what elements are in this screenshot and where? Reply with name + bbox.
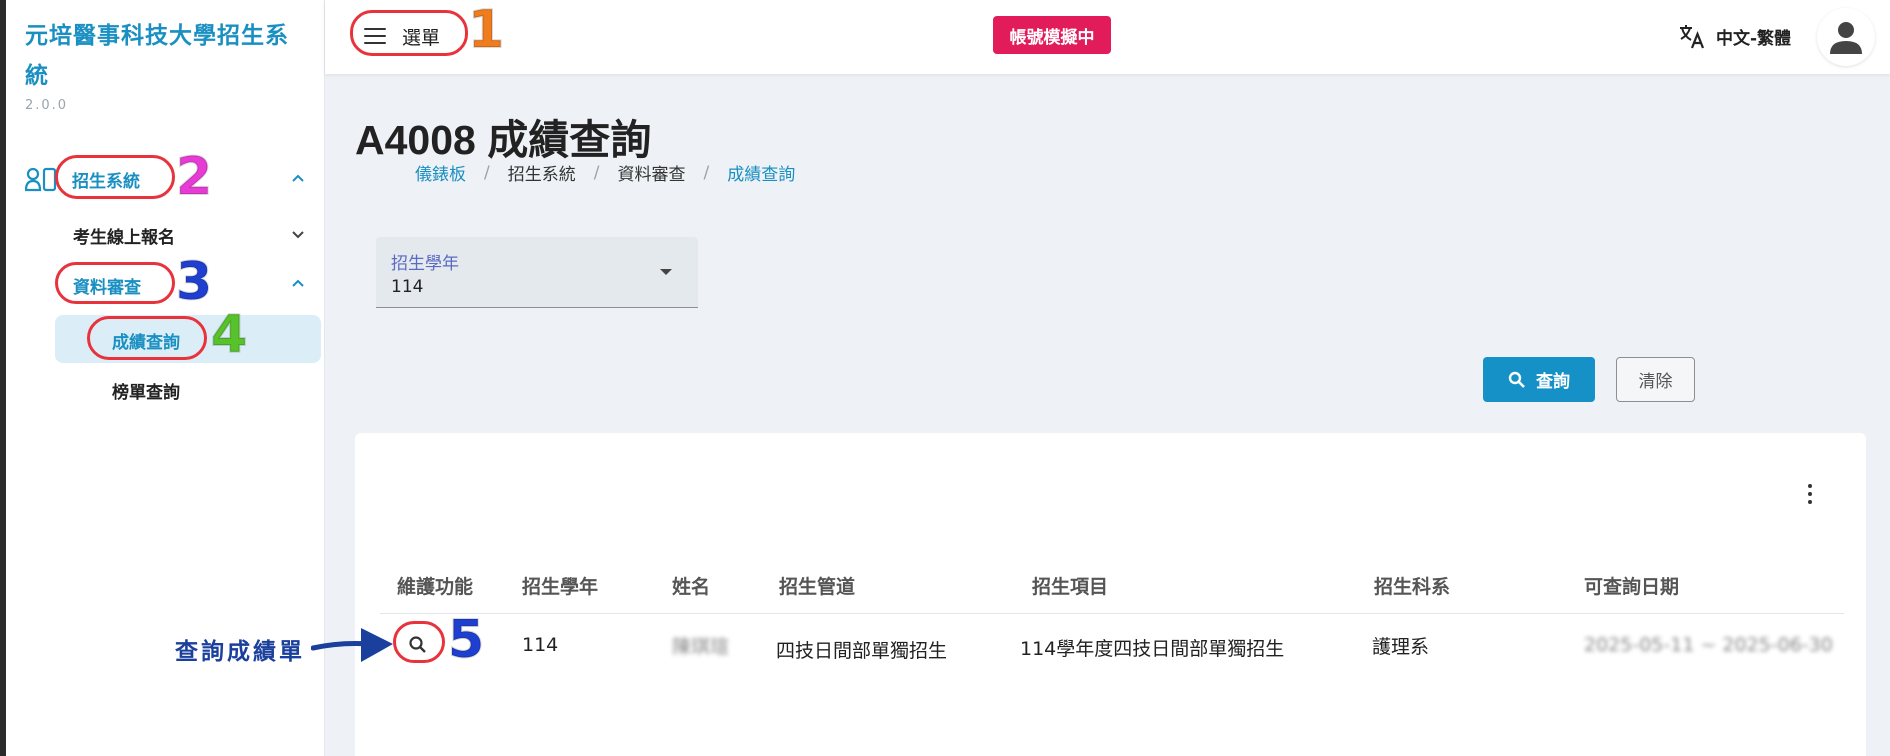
admission-year-label: 招生學年 [391,254,459,274]
annotation-highlight-admissions [55,155,175,199]
chevron-down-icon [292,231,304,239]
table-header-divider [380,613,1844,614]
column-header-name: 姓名 [672,576,711,598]
table-cell-item: 114學年度四技日間部單獨招生 [1020,638,1285,660]
table-cell-channel: 四技日間部單獨招生 [776,640,948,662]
page-title: A4008 成績查詢 [355,117,652,163]
language-selector[interactable]: 中文-繁體 [1678,18,1791,54]
sidebar-item-ranking-query[interactable]: 榜單查詢 [55,365,321,413]
column-header-query-dates: 可查詢日期 [1584,576,1680,598]
chevron-up-icon [292,174,304,182]
annotation-highlight-data-review [55,262,175,304]
breadcrumb-data-review: 資料審查 [617,165,686,185]
annotation-step-3: 3 [175,251,213,313]
sidebar-item-online-registration[interactable]: 考生線上報名 [6,212,325,256]
admission-year-select[interactable]: 招生學年 114 [376,237,698,308]
table-cell-department: 護理系 [1372,636,1430,658]
breadcrumb-separator: / [593,162,600,183]
query-button-label: 查詢 [1536,372,1570,392]
annotation-step-5: 5 [447,609,485,671]
column-header-actions: 維護功能 [397,576,474,598]
breadcrumb: 儀錶板 / 招生系統 / 資料審查 / 成績查詢 [415,160,795,186]
annotation-caption: 查詢成績單 [175,639,305,665]
annotation-step-1: 1 [467,0,505,61]
breadcrumb-separator: / [484,162,490,183]
breadcrumb-score-query[interactable]: 成績查詢 [727,160,795,185]
column-header-channel: 招生管道 [779,576,856,598]
dropdown-caret-icon [660,269,672,275]
annotation-highlight-menu [350,10,468,56]
admission-year-value: 114 [391,277,424,297]
annotation-step-4: 4 [210,304,248,366]
annotation-highlight-view-button [393,621,445,663]
clear-button[interactable]: 清除 [1616,357,1695,402]
query-button[interactable]: 查詢 [1483,357,1595,402]
impersonation-badge[interactable]: 帳號模擬中 [993,16,1111,54]
breadcrumb-admissions: 招生系統 [507,165,576,185]
annotation-arrow-icon [311,628,393,662]
annotation-highlight-score-query [87,316,207,360]
column-header-department: 招生科系 [1374,576,1451,598]
table-cell-year: 114 [522,634,559,656]
column-header-year: 招生學年 [522,576,599,598]
translate-icon [1680,25,1705,49]
avatar[interactable] [1817,8,1875,66]
table-cell-name: 陳琪瑄 [672,636,730,658]
sidebar-item-label: 考生線上報名 [73,228,175,248]
sidebar-item-label: 榜單查詢 [112,383,180,403]
chevron-up-icon [292,279,304,287]
column-header-item: 招生項目 [1032,576,1109,598]
language-label: 中文-繁體 [1716,28,1792,49]
users-icon [25,167,57,192]
table-cell-query-dates: 2025-05-11 ~ 2025-06-30 [1584,634,1833,656]
search-icon [1508,371,1525,388]
more-options-icon[interactable] [1800,482,1820,506]
breadcrumb-dashboard[interactable]: 儀錶板 [415,160,466,185]
annotation-step-2: 2 [175,146,213,208]
app-version: 2.0.0 [25,98,69,113]
user-icon [1830,22,1862,54]
brand-title: 元培醫事科技大學招生系統 [25,23,289,89]
breadcrumb-separator: / [703,162,710,183]
